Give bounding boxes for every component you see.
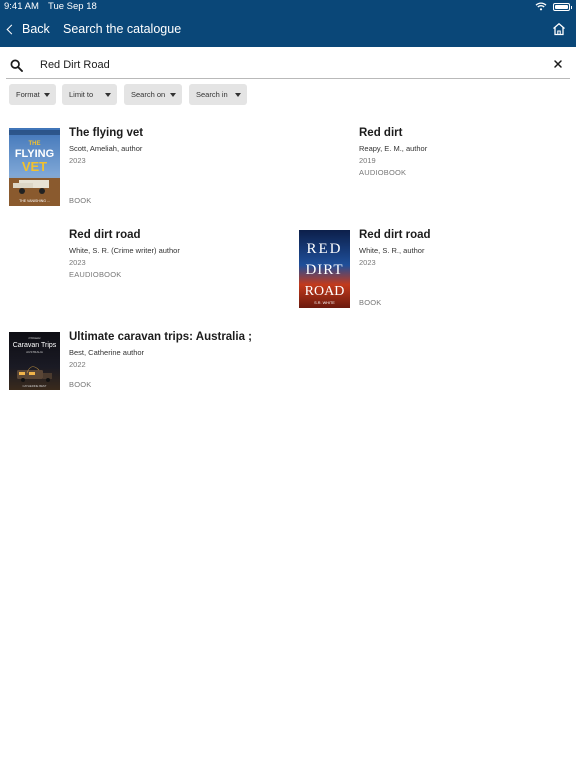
back-button[interactable]: Back	[6, 22, 50, 36]
caret-down-icon	[44, 93, 50, 97]
result-author: White, S. R. (Crime writer) author	[69, 246, 180, 255]
result-title: Red dirt road	[359, 229, 431, 241]
result-format: BOOK	[69, 380, 92, 389]
result-author: Scott, Ameliah, author	[69, 144, 143, 153]
result-year: 2023	[359, 258, 376, 267]
home-icon[interactable]	[552, 22, 566, 36]
format-filter-label: Format	[16, 90, 40, 99]
result-year: 2022	[69, 360, 86, 369]
result-item[interactable]: Ultimate Caravan Trips AUSTRALIA CATHERI…	[0, 324, 576, 399]
book-cover: THE FLYING VET THE VANISHING ...	[9, 128, 60, 206]
result-item[interactable]: Red dirt road White, S. R. (Crime writer…	[0, 222, 290, 317]
cover-bottom-text: THE VANISHING ...	[19, 199, 50, 203]
cover-top-text: THE	[29, 141, 41, 147]
search-on-filter-label: Search on	[131, 90, 166, 99]
result-item[interactable]: THE FLYING VET THE VANISHING ... The fly…	[0, 120, 290, 215]
battery-icon	[553, 2, 572, 11]
result-format: AUDIOBOOK	[359, 168, 407, 177]
wifi-icon	[535, 2, 547, 11]
limit-to-filter-label: Limit to	[69, 90, 94, 99]
result-format: BOOK	[359, 298, 382, 307]
search-bar	[0, 50, 576, 80]
search-in-filter-button[interactable]: Search in	[189, 84, 247, 105]
caret-down-icon	[170, 93, 176, 97]
caret-down-icon	[105, 93, 111, 97]
result-item[interactable]: RED DIRT ROAD S.R. WHITE Red dirt road W…	[290, 222, 576, 317]
cover-bottom-text: CATHERINE BEST	[22, 384, 46, 388]
search-in-filter-label: Search in	[196, 90, 228, 99]
cover-accent-text: VET	[22, 159, 47, 174]
status-bar: 9:41 AM Tue Sep 18	[0, 0, 576, 14]
search-on-filter-button[interactable]: Search on	[124, 84, 182, 105]
search-underline	[6, 78, 570, 79]
format-filter-button[interactable]: Format	[9, 84, 56, 105]
cover-sub-text: AUSTRALIA	[26, 350, 43, 354]
cover-line-2: DIRT	[305, 262, 343, 278]
result-year: 2019	[359, 156, 376, 165]
result-year: 2023	[69, 156, 86, 165]
chevron-left-icon	[6, 24, 17, 34]
result-title: The flying vet	[69, 127, 144, 139]
nav-bar: Back Search the catalogue	[0, 14, 576, 47]
result-year: 2023	[69, 258, 86, 267]
book-cover: RED DIRT ROAD S.R. WHITE	[299, 230, 350, 308]
limit-to-filter-button[interactable]: Limit to	[62, 84, 117, 105]
cover-art-red-dirt-road: RED DIRT ROAD S.R. WHITE	[299, 230, 350, 308]
cover-main-text: Caravan Trips	[13, 342, 57, 349]
search-input[interactable]	[40, 56, 530, 74]
result-author: Best, Catherine author	[69, 348, 145, 357]
result-title: Ultimate caravan trips: Australia ;	[69, 331, 252, 343]
result-format: EAUDIOBOOK	[69, 270, 122, 279]
page-title: Search the catalogue	[63, 22, 182, 36]
back-label: Back	[22, 22, 50, 36]
result-author: White, S. R., author	[359, 246, 425, 255]
cover-byline: S.R. WHITE	[314, 301, 335, 305]
result-title: Red dirt road	[69, 229, 141, 241]
result-title: Red dirt	[359, 127, 403, 139]
status-icons	[535, 2, 572, 11]
result-item[interactable]: Red dirt Reapy, E. M., author 2019 AUDIO…	[290, 120, 576, 215]
result-author: Reapy, E. M., author	[359, 144, 428, 153]
cover-line-1: RED	[307, 241, 343, 257]
cover-art-flying-vet: THE FLYING VET THE VANISHING ...	[9, 128, 60, 206]
result-format: BOOK	[69, 196, 92, 205]
clear-search-icon[interactable]	[552, 58, 564, 70]
cover-art-caravan-trips: Ultimate Caravan Trips AUSTRALIA CATHERI…	[9, 332, 60, 390]
cover-line-3: ROAD	[305, 284, 345, 299]
status-date: Tue Sep 18	[48, 1, 97, 12]
cover-kicker: Ultimate	[28, 336, 41, 340]
search-icon[interactable]	[10, 59, 23, 72]
caret-down-icon	[235, 93, 241, 97]
book-cover: Ultimate Caravan Trips AUSTRALIA CATHERI…	[9, 332, 60, 390]
status-time: 9:41 AM	[4, 1, 39, 12]
